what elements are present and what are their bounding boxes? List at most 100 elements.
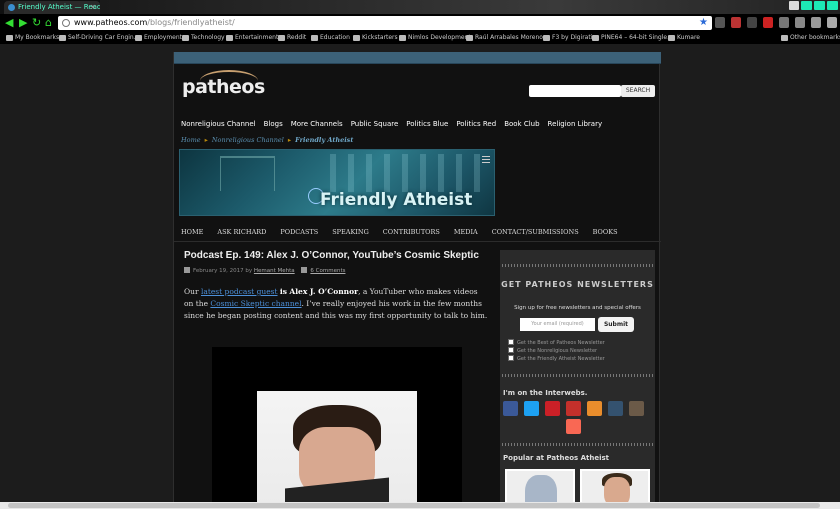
pinterest-icon[interactable] — [545, 401, 560, 416]
article-comments[interactable]: 6 Comments — [310, 268, 345, 274]
twitter-icon[interactable] — [524, 401, 539, 416]
maximize-button[interactable] — [814, 1, 825, 10]
section-nav-item[interactable]: SPEAKING — [332, 228, 369, 236]
minimize-button[interactable] — [801, 1, 812, 10]
podcast-guest-link[interactable]: latest podcast guest — [201, 287, 278, 296]
nav-item[interactable]: More Channels — [291, 120, 343, 128]
article-author[interactable]: Hemant Mehta — [254, 268, 295, 274]
bookmark-item[interactable]: Kickstarters — [353, 34, 398, 42]
breadcrumb-home[interactable]: Home — [181, 136, 201, 144]
section-nav-item[interactable]: BOOKS — [593, 228, 618, 236]
bookmark-item[interactable]: Raúl Arrabales Moreno — [466, 34, 543, 42]
forward-icon[interactable]: ▶ — [19, 17, 27, 28]
bookmark-item[interactable]: Technology — [182, 34, 225, 42]
tab-strip-background — [100, 0, 840, 14]
address-bar[interactable]: www.patheos.com/blogs/friendlyatheist/ ★ — [58, 16, 712, 30]
bookmarks-bar: My Bookmarks Self-Driving Car Engin… Emp… — [0, 32, 840, 44]
popular-thumbnail[interactable] — [580, 469, 650, 502]
submit-button[interactable]: Submit — [598, 317, 634, 332]
user-profile-icon[interactable] — [789, 1, 799, 10]
nav-item[interactable]: Nonreligious Channel — [181, 120, 256, 128]
article-title[interactable]: Podcast Ep. 149: Alex J. O’Connor, YouTu… — [184, 250, 489, 262]
bookmark-item[interactable]: Entertainment — [226, 34, 278, 42]
page-info-icon[interactable] — [62, 19, 70, 27]
scrollbar-thumb[interactable] — [8, 503, 820, 508]
section-nav-item[interactable]: MEDIA — [454, 228, 478, 236]
mic-extension-icon[interactable] — [715, 17, 725, 28]
top-band — [174, 52, 661, 64]
bookmark-item[interactable]: Kumare — [668, 34, 700, 42]
cosmic-skeptic-link[interactable]: Cosmic Skeptic channel — [210, 299, 301, 308]
extension-icon-6[interactable] — [811, 17, 821, 28]
tumblr-icon[interactable] — [608, 401, 623, 416]
email-input[interactable]: Your email (required) — [520, 318, 595, 331]
instagram-icon[interactable] — [629, 401, 644, 416]
guest-photo — [257, 391, 417, 502]
bookmark-item[interactable]: F3 by Digirati — [543, 34, 592, 42]
checkbox-label: Get the Nonreligious Newsletter — [517, 348, 598, 354]
page-container: patheos SEARCH Nonreligious Channel Blog… — [173, 52, 661, 502]
thumb-face — [604, 477, 630, 502]
bookmark-item[interactable]: Education — [311, 34, 350, 42]
section-nav-item[interactable]: ASK RICHARD — [217, 228, 266, 236]
extension-icon-3[interactable] — [763, 17, 773, 28]
logo-arc — [200, 70, 258, 92]
youtube-icon[interactable] — [566, 401, 581, 416]
checkbox-icon[interactable] — [508, 339, 514, 345]
extension-icon-5[interactable] — [795, 17, 805, 28]
patheos-logo[interactable]: patheos — [182, 70, 265, 98]
extension-icon-4[interactable] — [779, 17, 789, 28]
text-is: is — [279, 287, 287, 296]
menu-icon[interactable] — [827, 17, 837, 28]
breadcrumb-channel[interactable]: Nonreligious Channel — [212, 136, 284, 144]
bookmark-item[interactable]: PINE64 – 64-bit Single… — [592, 34, 673, 42]
back-icon[interactable]: ◀ — [5, 17, 13, 28]
article-meta: February 19, 2017 by Hemant Mehta 6 Comm… — [184, 267, 489, 274]
bookmark-item[interactable]: Nimlos Development — [399, 34, 471, 42]
nav-item[interactable]: Book Club — [504, 120, 539, 128]
nav-item[interactable]: Politics Red — [456, 120, 496, 128]
section-nav-item[interactable]: HOME — [181, 228, 203, 236]
blog-banner[interactable]: Friendly Atheist — [179, 149, 495, 216]
text-our: Our — [184, 287, 199, 296]
browser-tab[interactable]: Friendly Atheist — Read… × — [4, 1, 100, 14]
comment-icon — [301, 267, 308, 273]
newsletter-checkbox[interactable]: Get the Nonreligious Newsletter — [508, 347, 597, 354]
bookmark-item[interactable]: Reddit — [278, 34, 306, 42]
popular-thumbnail[interactable] — [505, 469, 575, 502]
search-input[interactable] — [529, 85, 621, 97]
close-window-button[interactable] — [827, 1, 838, 10]
patreon-icon[interactable] — [566, 419, 581, 434]
nav-item[interactable]: Religion Library — [548, 120, 603, 128]
bookmark-item[interactable]: Self-Driving Car Engin… — [59, 34, 140, 42]
extension-icons — [715, 17, 837, 28]
other-bookmarks[interactable]: Other bookmarks — [781, 34, 840, 42]
newsletter-checkbox[interactable]: Get the Friendly Atheist Newsletter — [508, 355, 605, 362]
bookmark-star-icon[interactable]: ★ — [699, 16, 708, 30]
tab-close-icon[interactable]: × — [90, 1, 96, 14]
home-icon[interactable]: ⌂ — [45, 17, 52, 28]
sidebar-divider — [502, 443, 653, 446]
calendar-icon — [184, 267, 190, 273]
newsletter-checkbox[interactable]: Get the Best of Patheos Newsletter — [508, 339, 605, 346]
bookmark-item[interactable]: Employment — [135, 34, 182, 42]
nav-item[interactable]: Blogs — [264, 120, 283, 128]
checkbox-label: Get the Best of Patheos Newsletter — [517, 340, 605, 346]
extension-icon-2[interactable] — [747, 17, 757, 28]
section-nav-item[interactable]: CONTRIBUTORS — [383, 228, 440, 236]
nav-item[interactable]: Politics Blue — [406, 120, 448, 128]
checkbox-icon[interactable] — [508, 347, 514, 353]
bookmark-item[interactable]: My Bookmarks — [6, 34, 59, 42]
search-button[interactable]: SEARCH — [621, 85, 655, 97]
checkbox-icon[interactable] — [508, 355, 514, 361]
nav-item[interactable]: Public Square — [351, 120, 399, 128]
section-nav-item[interactable]: PODCASTS — [280, 228, 318, 236]
extension-icon-1[interactable] — [731, 17, 741, 28]
web-page: patheos SEARCH Nonreligious Channel Blog… — [0, 44, 840, 502]
sidebar-divider — [502, 374, 653, 377]
section-nav-item[interactable]: CONTACT/SUBMISSIONS — [492, 228, 579, 236]
horizontal-scrollbar[interactable] — [0, 502, 840, 509]
reload-icon[interactable]: ↻ — [32, 17, 41, 28]
rss-icon[interactable] — [587, 401, 602, 416]
facebook-icon[interactable] — [503, 401, 518, 416]
